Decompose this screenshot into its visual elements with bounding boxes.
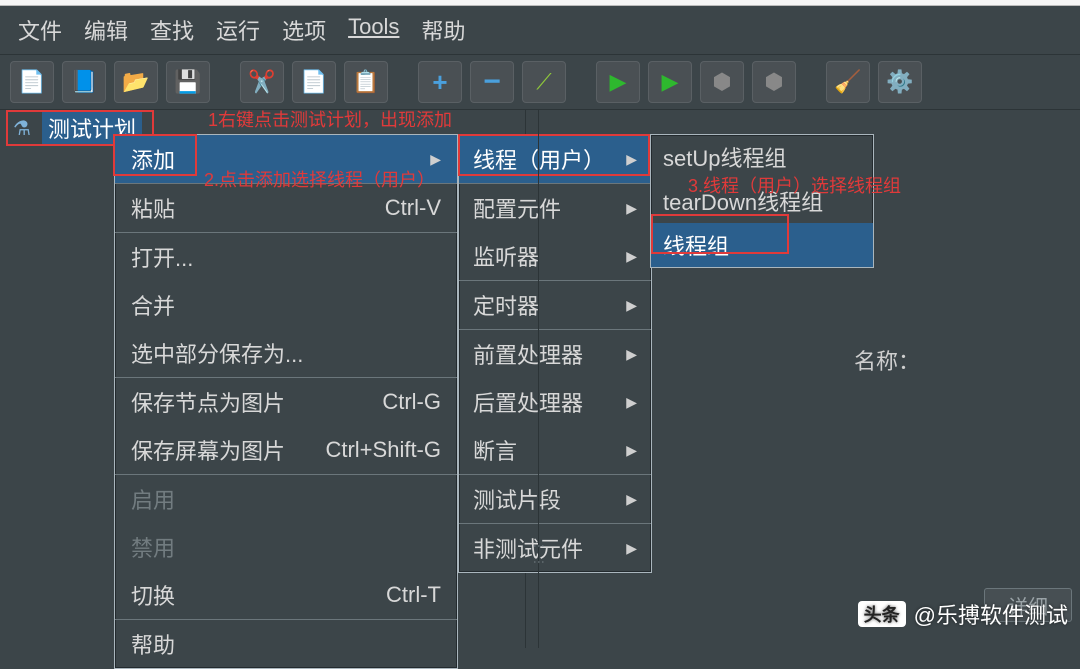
ctx-toggle-label: 切换 xyxy=(131,579,175,611)
open-button[interactable]: 📂 xyxy=(114,61,158,103)
ctx-add[interactable]: 添加 ▶ xyxy=(115,135,457,183)
toolbar: 📄 📘 📂 💾 ✂️ 📄 📋 + − ⟋ ▶ ▶ ⬢ ⬢ 🧹 ⚙️ xyxy=(0,54,1080,110)
ctx-merge[interactable]: 合并 xyxy=(115,281,457,329)
ctx-save-node-img-shortcut: Ctrl-G xyxy=(382,389,441,415)
play-alt-icon: ▶ xyxy=(662,69,679,95)
menu-help[interactable]: 帮助 xyxy=(415,12,471,48)
menu-file[interactable]: 文件 xyxy=(12,12,68,48)
ctx-help[interactable]: 帮助 xyxy=(115,620,457,668)
watermark-logo: 头条 xyxy=(858,601,906,627)
splitter-handle[interactable]: ⋮⋮ xyxy=(532,540,546,572)
shutdown-icon: ⬢ xyxy=(764,69,783,95)
ctx-open-label: 打开... xyxy=(131,241,193,273)
menu-find[interactable]: 查找 xyxy=(144,12,200,48)
menu-run[interactable]: 运行 xyxy=(210,12,266,48)
gear-broom-icon: ⚙️ xyxy=(886,69,913,95)
ctx-add-label: 添加 xyxy=(131,143,175,175)
menu-tools[interactable]: Tools xyxy=(342,12,405,48)
save-icon: 💾 xyxy=(174,69,201,95)
watermark: 头条 @乐搏软件测试 xyxy=(858,598,1068,630)
ctx-enable: 启用 xyxy=(115,475,457,523)
stop-icon: ⬢ xyxy=(712,69,731,95)
ctx-save-selection-label: 选中部分保存为... xyxy=(131,337,303,369)
ctx-save-node-img-label: 保存节点为图片 xyxy=(131,386,285,418)
start-no-timers-button[interactable]: ▶ xyxy=(648,61,692,103)
clear-all-button[interactable]: ⚙️ xyxy=(878,61,922,103)
ctx-merge-label: 合并 xyxy=(131,289,175,321)
chevron-right-icon: ▶ xyxy=(430,151,441,168)
ctx-disable: 禁用 xyxy=(115,523,457,571)
ctx-save-screen-img[interactable]: 保存屏幕为图片 Ctrl+Shift-G xyxy=(115,426,457,474)
new-file-icon: 📄 xyxy=(18,69,45,95)
watermark-text: @乐搏软件测试 xyxy=(914,598,1068,630)
menu-options[interactable]: 选项 xyxy=(276,12,332,48)
ctx-save-screen-img-shortcut: Ctrl+Shift-G xyxy=(325,437,441,463)
open-icon: 📂 xyxy=(122,69,149,95)
ctx-paste-shortcut: Ctrl-V xyxy=(385,195,441,221)
paste-button[interactable]: 📋 xyxy=(344,61,388,103)
ctx-paste-label: 粘贴 xyxy=(131,192,175,224)
ctx-disable-label: 禁用 xyxy=(131,531,175,563)
plus-icon: + xyxy=(432,67,447,98)
cut-icon: ✂️ xyxy=(248,69,275,95)
ctx-help-label: 帮助 xyxy=(131,628,175,660)
properties-panel: 名称： 详细 xyxy=(538,110,1080,648)
cut-button[interactable]: ✂️ xyxy=(240,61,284,103)
copy-button[interactable]: 📄 xyxy=(292,61,336,103)
new-file-button[interactable]: 📄 xyxy=(10,61,54,103)
menu-edit[interactable]: 编辑 xyxy=(78,12,134,48)
wand-icon: ⟋ xyxy=(536,69,551,95)
ctx-open[interactable]: 打开... xyxy=(115,233,457,281)
ctx2-assert-label: 断言 xyxy=(473,434,517,466)
ctx-paste[interactable]: 粘贴 Ctrl-V xyxy=(115,184,457,232)
context-menu-main: 添加 ▶ 粘贴 Ctrl-V 打开... 合并 选中部分保存为... 保存节点为… xyxy=(114,134,458,669)
paste-icon: 📋 xyxy=(352,69,379,95)
ctx-save-screen-img-label: 保存屏幕为图片 xyxy=(131,434,285,466)
minus-icon: − xyxy=(483,65,501,99)
clear-button[interactable]: 🧹 xyxy=(826,61,870,103)
copy-icon: 📄 xyxy=(300,69,327,95)
start-button[interactable]: ▶ xyxy=(596,61,640,103)
broom-icon: 🧹 xyxy=(834,69,861,95)
ctx2-listener-label: 监听器 xyxy=(473,240,539,272)
content-area: ⚗ 测试计划 添加 ▶ 粘贴 Ctrl-V 打开... 合并 选中部分保存为..… xyxy=(0,110,1080,648)
ctx-toggle-shortcut: Ctrl-T xyxy=(386,582,441,608)
collapse-button[interactable]: − xyxy=(470,61,514,103)
menu-bar: 文件 编辑 查找 运行 选项 Tools 帮助 xyxy=(0,6,1080,54)
templates-button[interactable]: 📘 xyxy=(62,61,106,103)
toggle-button[interactable]: ⟋ xyxy=(522,61,566,103)
ctx2-timer-label: 定时器 xyxy=(473,289,539,321)
ctx-enable-label: 启用 xyxy=(131,483,175,515)
ctx-toggle[interactable]: 切换 Ctrl-T xyxy=(115,571,457,619)
name-field-label: 名称： xyxy=(854,344,920,376)
expand-button[interactable]: + xyxy=(418,61,462,103)
play-icon: ▶ xyxy=(610,69,627,95)
flask-icon: ⚗ xyxy=(8,114,36,142)
ctx-save-node-img[interactable]: 保存节点为图片 Ctrl-G xyxy=(115,378,457,426)
stop-button[interactable]: ⬢ xyxy=(700,61,744,103)
shutdown-button[interactable]: ⬢ xyxy=(752,61,796,103)
ctx-save-selection[interactable]: 选中部分保存为... xyxy=(115,329,457,377)
save-button[interactable]: 💾 xyxy=(166,61,210,103)
templates-icon: 📘 xyxy=(70,69,97,95)
